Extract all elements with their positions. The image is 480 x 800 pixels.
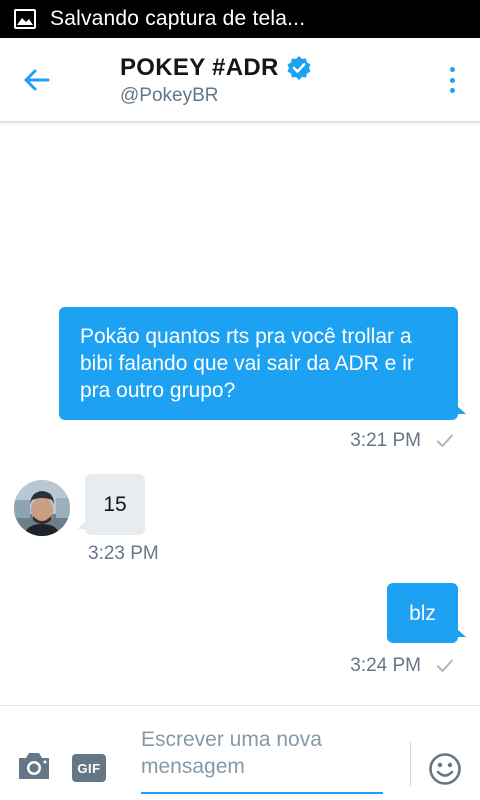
message-bubble-outgoing[interactable]: Pokão quantos rts pra você trollar a bib… [59,307,466,420]
message-text: 15 [103,492,127,516]
emoji-button[interactable] [428,752,462,786]
conversation-title: POKEY #ADR [120,54,279,81]
message-text: blz [409,601,436,625]
gif-button[interactable]: GIF [72,754,106,782]
camera-button[interactable] [16,750,52,782]
message-meta: 3:21 PM [350,430,454,452]
message-bubble-incoming[interactable]: 15 [77,474,145,535]
verified-badge-icon [286,55,312,81]
message-meta: 3:24 PM [350,655,454,677]
message-time: 3:23 PM [88,543,159,564]
message-time: 3:21 PM [350,430,421,451]
message-meta: 3:23 PM [88,543,159,565]
message-time: 3:24 PM [350,655,421,676]
message-text: Pokão quantos rts pra você trollar a bib… [80,325,414,402]
back-button[interactable] [18,62,54,98]
status-text: Salvando captura de tela... [50,7,306,30]
camera-icon [19,753,49,779]
message-input[interactable] [141,726,383,794]
arrow-left-icon [24,69,50,91]
conversation-header: POKEY #ADR @PokeyBR [0,38,480,122]
compose-bar: GIF [0,705,480,800]
avatar[interactable] [14,480,70,536]
check-icon [436,432,454,450]
message-bubble-outgoing[interactable]: blz [387,583,466,643]
conversation-handle: @PokeyBR [120,85,219,106]
more-vertical-icon [449,67,455,72]
emoji-icon [429,753,461,785]
check-icon [436,657,454,675]
status-bar: Salvando captura de tela... [0,0,480,38]
divider [410,742,411,786]
conversation-title-block[interactable]: POKEY #ADR @PokeyBR [120,54,312,107]
image-icon [14,9,36,29]
more-options-button[interactable] [442,64,462,96]
